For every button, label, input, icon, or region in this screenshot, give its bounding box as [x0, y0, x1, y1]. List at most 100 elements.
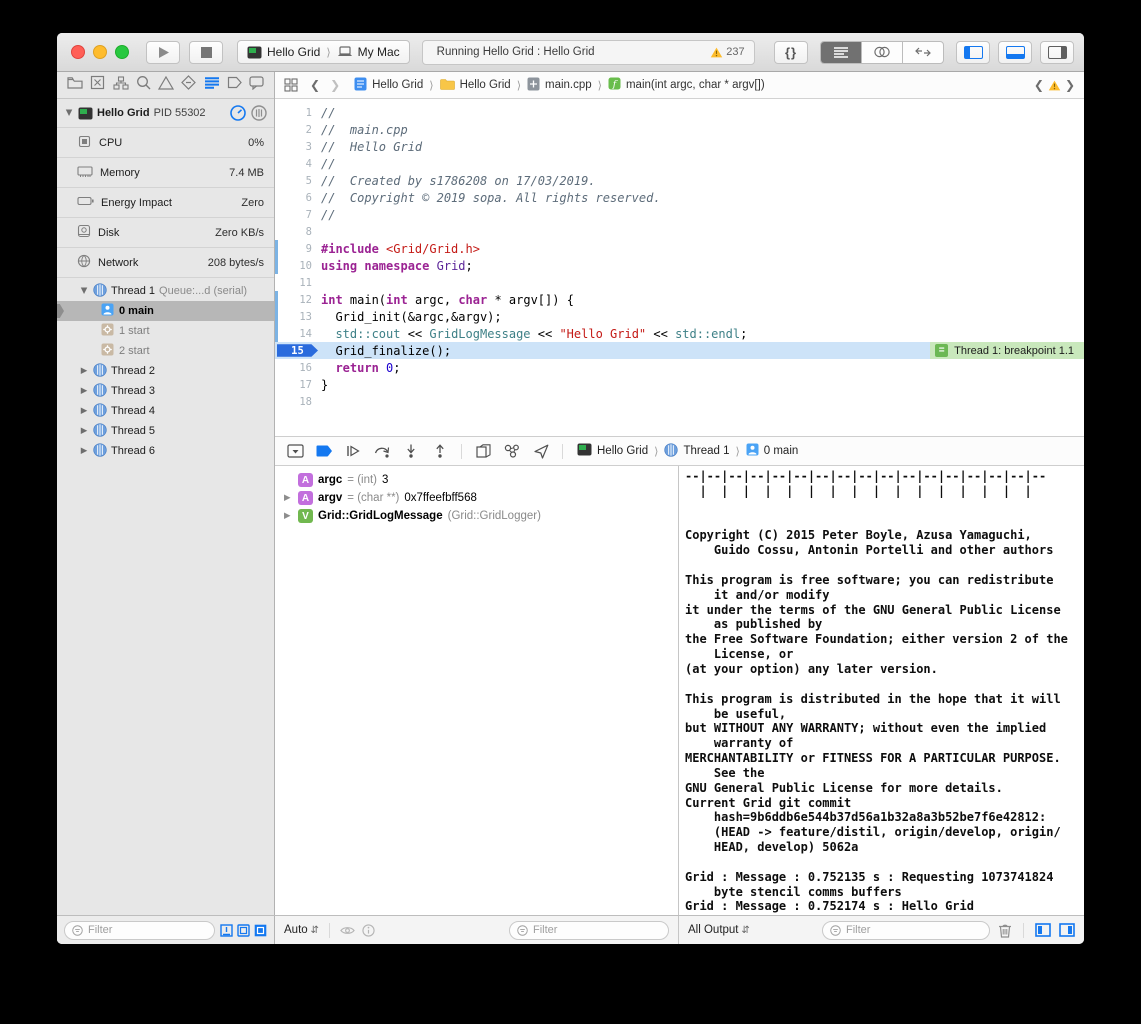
previous-issue-button[interactable]: ❮ — [1034, 78, 1044, 92]
thread-row[interactable]: ▶Thread 3 — [57, 381, 274, 401]
console-output[interactable]: --|--|--|--|--|--|--|--|--|--|--|--|--|-… — [679, 466, 1084, 915]
gauge-row-energy-impact[interactable]: Energy ImpactZero — [57, 188, 274, 218]
breadcrumb-item[interactable]: Hello Grid — [372, 79, 423, 91]
stop-button[interactable] — [189, 41, 223, 64]
version-editor-button[interactable] — [903, 42, 943, 63]
step-into-button[interactable] — [400, 441, 422, 461]
issue-navigator-icon[interactable] — [158, 76, 174, 95]
warning-count-badge[interactable]: 237 — [710, 46, 744, 58]
gutter[interactable]: 13 — [275, 308, 321, 325]
info-icon[interactable] — [362, 924, 375, 937]
gutter[interactable]: 3 — [275, 138, 321, 155]
console-filter-input[interactable]: Filter — [822, 921, 990, 940]
gutter[interactable]: 12 — [275, 291, 321, 308]
thread-row[interactable]: ▶Thread 6 — [57, 441, 274, 461]
symbol-navigator-icon[interactable] — [113, 76, 129, 95]
debug-navigator-icon[interactable] — [204, 76, 220, 94]
next-issue-button[interactable]: ❯ — [1065, 78, 1075, 92]
code-line[interactable]: 11 — [275, 274, 1084, 291]
gutter[interactable]: 11 — [275, 274, 321, 291]
gutter[interactable]: 5 — [275, 172, 321, 189]
go-back-button[interactable]: ❮ — [310, 78, 320, 92]
code-line[interactable]: 8 — [275, 223, 1084, 240]
variable-row[interactable]: Aargc= (int)3 — [275, 471, 678, 489]
code-line[interactable]: 1// — [275, 104, 1084, 121]
source-control-navigator-icon[interactable] — [90, 75, 105, 95]
debug-breadcrumb-item[interactable]: Thread 1 — [683, 445, 729, 457]
disclosure-closed-icon[interactable]: ▶ — [79, 446, 89, 456]
code-line[interactable]: 3// Hello Grid — [275, 138, 1084, 155]
standard-editor-button[interactable] — [821, 42, 862, 63]
disclosure-closed-icon[interactable]: ▶ — [284, 493, 293, 503]
code-line[interactable]: 18 — [275, 393, 1084, 410]
gutter[interactable]: 16 — [275, 359, 321, 376]
code-line[interactable]: 10using namespace Grid; — [275, 257, 1084, 274]
breadcrumb-item[interactable]: main.cpp — [545, 79, 592, 91]
variables-view[interactable]: Aargc= (int)3▶Aargv= (char **)0x7ffeefbf… — [275, 466, 679, 915]
minimize-window-button[interactable] — [93, 45, 107, 59]
disclosure-triangle-icon[interactable]: ▼ — [64, 108, 74, 118]
code-line[interactable]: 7// — [275, 206, 1084, 223]
run-button[interactable] — [146, 41, 180, 64]
gutter[interactable]: 7 — [275, 206, 321, 223]
debug-breadcrumb-item[interactable]: 0 main — [764, 445, 799, 457]
code-line[interactable]: 17} — [275, 376, 1084, 393]
gutter[interactable]: 15 — [275, 342, 321, 359]
step-out-button[interactable] — [429, 441, 451, 461]
stack-frame-row[interactable]: 1 start — [57, 321, 274, 341]
gutter[interactable]: 14 — [275, 325, 321, 342]
code-line[interactable]: 15 Grid_finalize();=Thread 1: breakpoint… — [275, 342, 1084, 359]
hide-debug-area-button[interactable] — [284, 441, 306, 461]
simulate-location-button[interactable] — [530, 441, 552, 461]
project-navigator-icon[interactable] — [67, 76, 83, 94]
gauge-row-memory[interactable]: Memory7.4 MB — [57, 158, 274, 188]
zoom-window-button[interactable] — [115, 45, 129, 59]
code-line[interactable]: 13 Grid_init(&argc,&argv); — [275, 308, 1084, 325]
disclosure-closed-icon[interactable]: ▶ — [79, 366, 89, 376]
thread-view-toggle-icon[interactable] — [251, 105, 267, 121]
gutter[interactable]: 10 — [275, 257, 321, 274]
scheme-selector[interactable]: Hello Grid ⟩ My Mac — [237, 40, 410, 64]
gutter[interactable]: 2 — [275, 121, 321, 138]
code-line[interactable]: 12int main(int argc, char * argv[]) { — [275, 291, 1084, 308]
source-editor[interactable]: 1//2// main.cpp3// Hello Grid4//5// Crea… — [275, 99, 1084, 436]
toggle-variables-view-icon[interactable] — [1035, 923, 1051, 937]
issue-warning-icon[interactable] — [1048, 80, 1061, 91]
go-forward-button[interactable]: ❯ — [330, 78, 340, 92]
memory-graph-button[interactable] — [501, 441, 523, 461]
quicklook-eye-icon[interactable] — [340, 925, 355, 936]
clear-console-trash-icon[interactable] — [998, 923, 1012, 938]
disclosure-closed-icon[interactable]: ▶ — [79, 426, 89, 436]
toggle-navigator-button[interactable] — [956, 41, 990, 64]
code-line[interactable]: 5// Created by s1786208 on 17/03/2019. — [275, 172, 1084, 189]
close-window-button[interactable] — [71, 45, 85, 59]
thread-row[interactable]: ▶Thread 4 — [57, 401, 274, 421]
disclosure-closed-icon[interactable]: ▶ — [79, 386, 89, 396]
disclosure-open-icon[interactable]: ▼ — [79, 286, 89, 296]
console-output-popup[interactable]: All Output ⇵ — [688, 924, 750, 936]
code-line[interactable]: 4// — [275, 155, 1084, 172]
gutter[interactable]: 17 — [275, 376, 321, 393]
variable-row[interactable]: ▶VGrid::GridLogMessage(Grid::GridLogger) — [275, 507, 678, 525]
test-navigator-icon[interactable] — [181, 75, 196, 95]
stack-frame-row[interactable]: 2 start — [57, 341, 274, 361]
code-line[interactable]: 9#include <Grid/Grid.h> — [275, 240, 1084, 257]
stack-frame-row[interactable]: 0 main — [57, 301, 274, 321]
thread-row[interactable]: ▼Thread 1Queue:...d (serial) — [57, 281, 274, 301]
gutter[interactable]: 6 — [275, 189, 321, 206]
find-navigator-icon[interactable] — [136, 75, 151, 95]
disclosure-closed-icon[interactable]: ▶ — [284, 511, 293, 521]
breadcrumb-item[interactable]: main(int argc, char * argv[]) — [626, 79, 765, 91]
variables-filter-input[interactable]: Filter — [509, 921, 669, 940]
disclosure-closed-icon[interactable]: ▶ — [79, 406, 89, 416]
crashed-threads-filter-icon[interactable] — [254, 924, 267, 937]
gutter[interactable]: 9 — [275, 240, 321, 257]
variables-scope-popup[interactable]: Auto ⇵ — [284, 924, 319, 936]
toggle-inspector-button[interactable] — [1040, 41, 1074, 64]
assistant-editor-button[interactable] — [862, 42, 903, 63]
step-over-button[interactable] — [371, 441, 393, 461]
paused-frames-filter-icon[interactable] — [220, 924, 233, 937]
breadcrumb-item[interactable]: Hello Grid — [460, 79, 511, 91]
code-line[interactable]: 14 std::cout << GridLogMessage << "Hello… — [275, 325, 1084, 342]
code-line[interactable]: 16 return 0; — [275, 359, 1084, 376]
